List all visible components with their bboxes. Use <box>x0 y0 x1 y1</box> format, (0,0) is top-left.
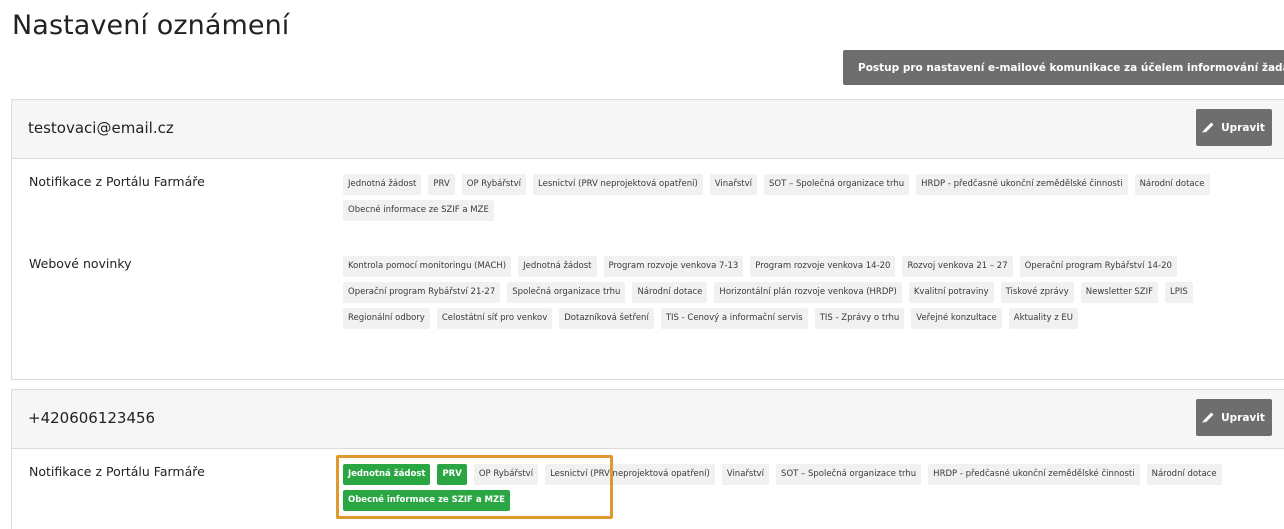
tag[interactable]: PRV <box>428 174 455 195</box>
tag[interactable]: Vinařství <box>721 464 770 485</box>
tag[interactable]: Národní dotace <box>1146 464 1222 485</box>
pencil-icon <box>1203 412 1214 423</box>
tag[interactable]: Jednotná žádost <box>518 256 597 277</box>
tag[interactable]: Tiskové zprávy <box>1000 282 1074 303</box>
tag[interactable]: Společná organizace trhu <box>507 282 626 303</box>
edit-button[interactable]: Upravit <box>1196 399 1272 436</box>
tag-selected[interactable]: PRV <box>437 464 467 485</box>
pencil-icon <box>1203 122 1214 133</box>
contact-card-phone: +420606123456 Upravit Notifikace z Portá… <box>11 389 1284 529</box>
contact-email: testovaci@email.cz <box>28 119 174 137</box>
tag[interactable]: HRDP - předčasné ukonční zemědělské činn… <box>928 464 1140 485</box>
tag[interactable]: Aktuality z EU <box>1008 308 1078 329</box>
tag[interactable]: Regionální odbory <box>343 308 430 329</box>
tag[interactable]: SOT – Společná organizace trhu <box>776 464 922 485</box>
tag[interactable]: Kontrola pomocí monitoringu (MACH) <box>343 256 512 277</box>
tag[interactable]: Operační program Rybářství 14-20 <box>1019 256 1177 277</box>
row-label: Webové novinky <box>29 256 132 271</box>
tag[interactable]: Vinařství <box>709 174 758 195</box>
tag[interactable]: Rozvoj venkova 21 – 27 <box>902 256 1013 277</box>
contact-phone: +420606123456 <box>28 409 156 427</box>
tag[interactable]: TIS - Zprávy o trhu <box>814 308 905 329</box>
tag[interactable]: Dotazníková šetření <box>559 308 654 329</box>
tag[interactable]: Obecné informace ze SZIF a MZE <box>343 200 494 221</box>
tag[interactable]: OP Rybářství <box>461 174 527 195</box>
card-header: testovaci@email.cz Upravit <box>12 100 1284 159</box>
tag[interactable]: Jednotná žádost <box>343 174 422 195</box>
edit-button-label: Upravit <box>1221 121 1265 134</box>
tag[interactable]: Národní dotace <box>632 282 708 303</box>
tag[interactable]: Národní dotace <box>1134 174 1210 195</box>
tag-list: Kontrola pomocí monitoringu (MACH) Jednot… <box>343 256 1273 329</box>
tag[interactable]: OP Rybářství <box>473 464 539 485</box>
email-guide-button[interactable]: Postup pro nastavení e-mailové komunikac… <box>843 50 1284 85</box>
tag-selected[interactable]: Obecné informace ze SZIF a MZE <box>343 490 510 511</box>
page-title: Nastavení oznámení <box>12 10 290 41</box>
tag[interactable]: Kvalitní potraviny <box>908 282 994 303</box>
tag[interactable]: Lesnictví (PRV neprojektová opatření) <box>545 464 715 485</box>
tag[interactable]: TIS - Cenový a informační servis <box>660 308 808 329</box>
tag[interactable]: Celostátní síť pro venkov <box>436 308 553 329</box>
tag-list: Jednotná žádost PRV OP Rybářství Lesnictví … <box>343 174 1273 221</box>
tag[interactable]: HRDP - předčasné ukonční zemědělské činn… <box>916 174 1128 195</box>
tag[interactable]: Operační program Rybářství 21-27 <box>343 282 501 303</box>
email-guide-button-label: Postup pro nastavení e-mailové komunikac… <box>858 61 1284 74</box>
tag[interactable]: Lesnictví (PRV neprojektová opatření) <box>533 174 703 195</box>
card-header: +420606123456 Upravit <box>12 390 1284 449</box>
tag[interactable]: LPIS <box>1165 282 1193 303</box>
edit-button[interactable]: Upravit <box>1196 109 1272 146</box>
tag[interactable]: SOT – Společná organizace trhu <box>764 174 910 195</box>
tag[interactable]: Program rozvoje venkova 14-20 <box>750 256 896 277</box>
contact-card-email: testovaci@email.cz Upravit Notifikace z … <box>11 99 1284 380</box>
tag[interactable]: Horizontální plán rozvoje venkova (HRDP) <box>714 282 902 303</box>
tag[interactable]: Program rozvoje venkova 7-13 <box>603 256 744 277</box>
tag[interactable]: Newsletter SZIF <box>1080 282 1158 303</box>
tag[interactable]: Veřejné konzultace <box>911 308 1002 329</box>
row-label: Notifikace z Portálu Farmáře <box>29 174 205 189</box>
tag-selected[interactable]: Jednotná žádost <box>343 464 431 485</box>
row-label: Notifikace z Portálu Farmáře <box>29 464 205 479</box>
tag-list: Jednotná žádost PRV OP Rybářství Lesnictví … <box>343 464 1273 511</box>
edit-button-label: Upravit <box>1221 411 1265 424</box>
